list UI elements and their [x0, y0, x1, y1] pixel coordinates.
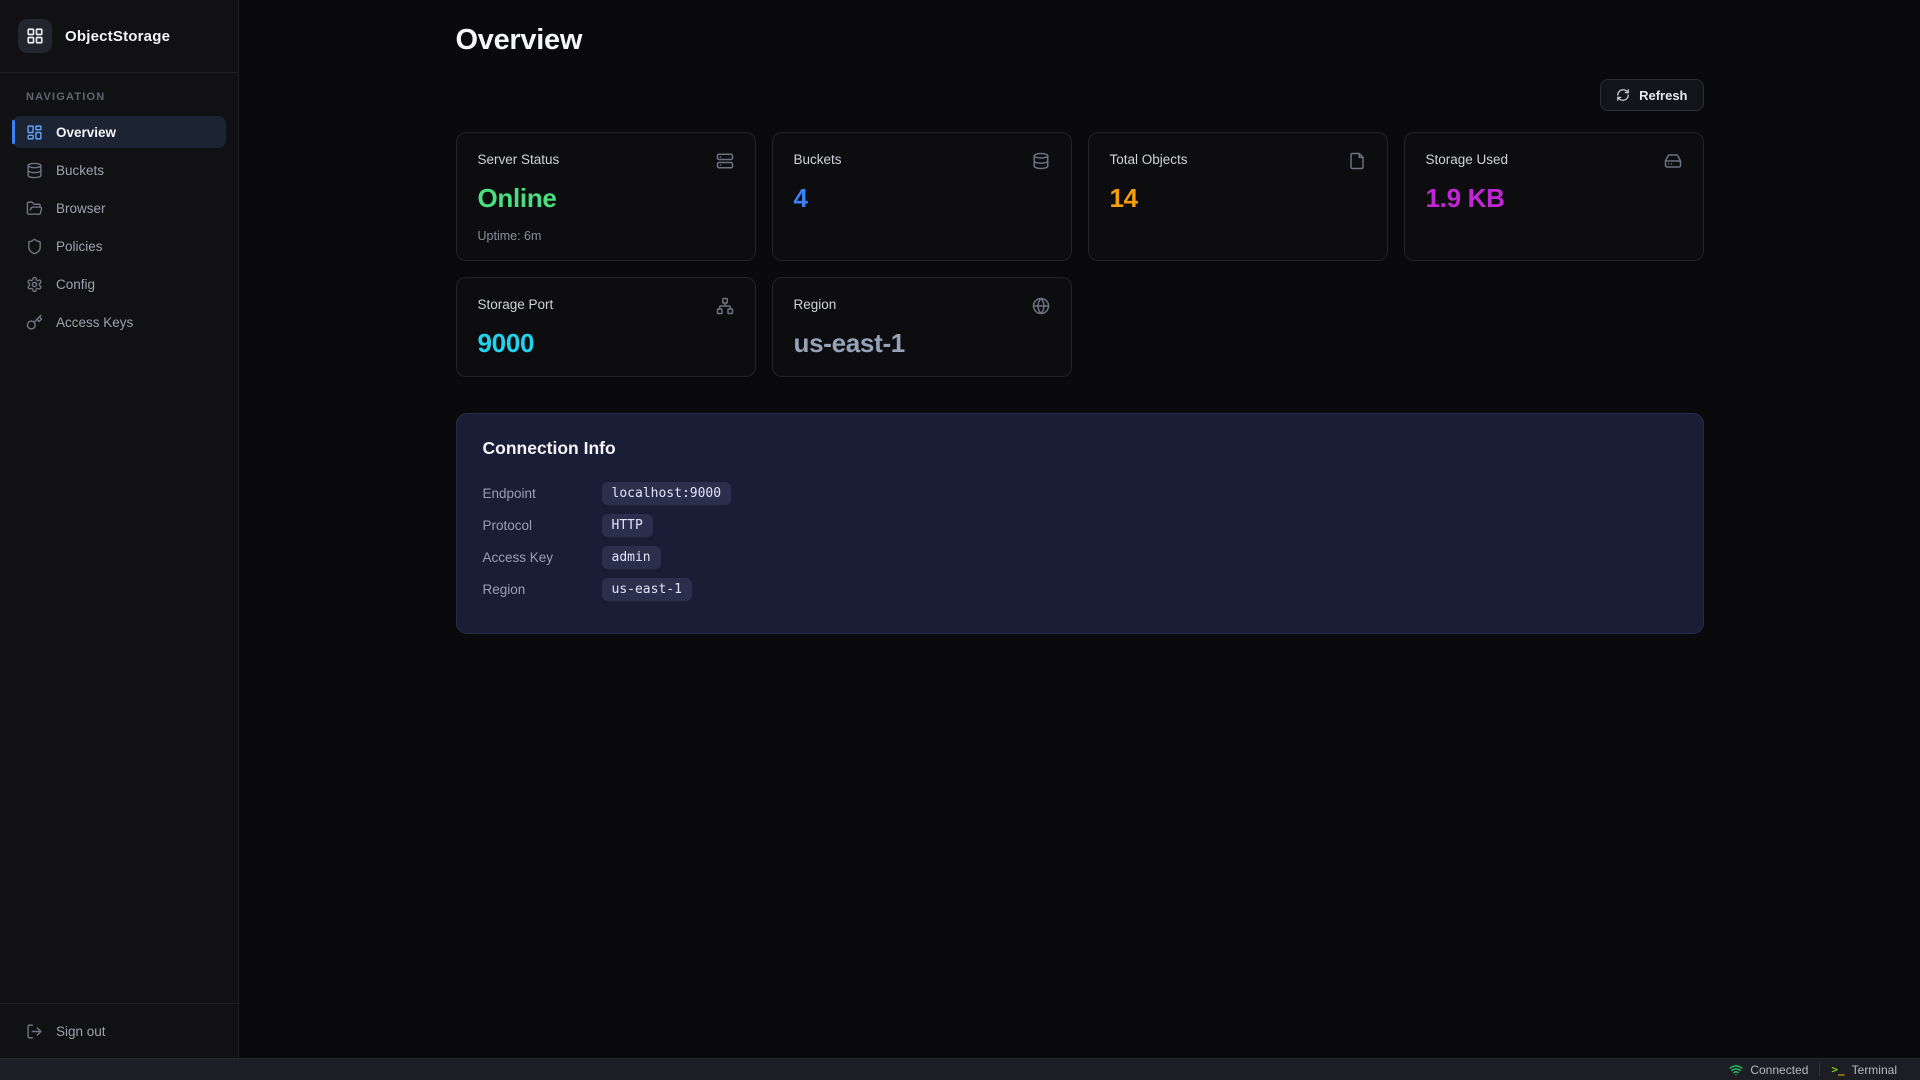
- sidebar-item-browser[interactable]: Browser: [12, 192, 226, 224]
- stat-card-server-status: Server Status Online Uptime: 6m: [456, 132, 756, 261]
- sidebar-item-label: Access Keys: [56, 315, 133, 330]
- stat-label: Buckets: [794, 152, 842, 167]
- dashboard-icon: [26, 124, 43, 141]
- connection-row-value: admin: [602, 546, 661, 569]
- nav-section-label: NAVIGATION: [26, 91, 226, 103]
- sidebar-item-policies[interactable]: Policies: [12, 230, 226, 262]
- sign-out-label: Sign out: [56, 1024, 106, 1039]
- connection-row-value: us-east-1: [602, 578, 692, 601]
- terminal-prompt-icon: >_: [1831, 1063, 1844, 1076]
- sidebar-item-overview[interactable]: Overview: [12, 116, 226, 148]
- wifi-icon: [1729, 1063, 1743, 1077]
- page-title: Overview: [456, 24, 1704, 57]
- database-icon: [26, 162, 43, 179]
- log-out-icon: [26, 1023, 43, 1040]
- status-bar: Connected >_ Terminal: [0, 1058, 1920, 1080]
- stat-value: 14: [1110, 183, 1366, 214]
- stat-card-storage-used: Storage Used 1.9 KB: [1404, 132, 1704, 261]
- shield-icon: [26, 238, 43, 255]
- connection-row-protocol: Protocol HTTP: [483, 509, 1677, 541]
- stat-label: Storage Used: [1426, 152, 1509, 167]
- connection-row-region: Region us-east-1: [483, 573, 1677, 605]
- toolbar: Refresh: [456, 79, 1704, 111]
- refresh-button[interactable]: Refresh: [1600, 79, 1703, 111]
- connection-row-value: HTTP: [602, 514, 653, 537]
- connection-row-label: Endpoint: [483, 486, 602, 501]
- stat-label: Storage Port: [478, 297, 554, 312]
- connection-info-panel: Connection Info Endpoint localhost:9000 …: [456, 413, 1704, 634]
- sidebar-footer: Sign out: [0, 1003, 238, 1058]
- app-title: ObjectStorage: [65, 28, 170, 45]
- stat-value: 9000: [478, 328, 734, 359]
- sidebar-nav: NAVIGATION Overview: [0, 73, 238, 344]
- connection-row-access-key: Access Key admin: [483, 541, 1677, 573]
- stat-label: Server Status: [478, 152, 560, 167]
- stats-grid: Server Status Online Uptime: 6m: [456, 132, 1704, 377]
- stat-card-region: Region us-east-1: [772, 277, 1072, 377]
- sidebar-item-label: Overview: [56, 125, 116, 140]
- stat-card-buckets: Buckets 4: [772, 132, 1072, 261]
- connection-row-label: Protocol: [483, 518, 602, 533]
- connection-info-title: Connection Info: [483, 438, 1677, 459]
- stat-card-total-objects: Total Objects 14: [1088, 132, 1388, 261]
- sidebar-item-label: Browser: [56, 201, 106, 216]
- terminal-toggle[interactable]: >_ Terminal: [1820, 1063, 1908, 1077]
- refresh-label: Refresh: [1639, 88, 1687, 103]
- object-storage-app: ObjectStorage NAVIGATION Overview: [0, 0, 1920, 1080]
- connection-row-label: Region: [483, 582, 602, 597]
- stat-label: Region: [794, 297, 837, 312]
- hard-drive-icon: [1664, 152, 1682, 170]
- sidebar-item-access-keys[interactable]: Access Keys: [12, 306, 226, 338]
- connection-row-label: Access Key: [483, 550, 602, 565]
- folder-open-icon: [26, 200, 43, 217]
- stat-value: us-east-1: [794, 328, 1050, 359]
- sidebar-item-label: Buckets: [56, 163, 104, 178]
- sidebar: ObjectStorage NAVIGATION Overview: [0, 0, 239, 1058]
- app-logo-icon: [18, 19, 52, 53]
- gear-icon: [26, 276, 43, 293]
- connection-row-value: localhost:9000: [602, 482, 732, 505]
- network-icon: [716, 297, 734, 315]
- terminal-label: Terminal: [1852, 1063, 1897, 1077]
- key-icon: [26, 314, 43, 331]
- active-accent-bar: [12, 120, 15, 144]
- server-icon: [716, 152, 734, 170]
- stat-subtext: Uptime: 6m: [478, 229, 734, 243]
- globe-icon: [1032, 297, 1050, 315]
- sidebar-item-label: Policies: [56, 239, 103, 254]
- sign-out-button[interactable]: Sign out: [12, 1015, 226, 1047]
- sidebar-item-config[interactable]: Config: [12, 268, 226, 300]
- main-content: Overview Refresh Server Status: [239, 0, 1920, 1058]
- refresh-icon: [1616, 88, 1630, 102]
- stat-value: Online: [478, 183, 734, 214]
- file-icon: [1348, 152, 1366, 170]
- stat-card-storage-port: Storage Port 9000: [456, 277, 756, 377]
- stat-label: Total Objects: [1110, 152, 1188, 167]
- database-icon: [1032, 152, 1050, 170]
- app-logo: ObjectStorage: [0, 0, 238, 73]
- sidebar-item-label: Config: [56, 277, 95, 292]
- connection-status: Connected: [1718, 1063, 1819, 1077]
- stat-value: 1.9 KB: [1426, 183, 1682, 214]
- connection-status-label: Connected: [1750, 1063, 1808, 1077]
- grid-icon: [26, 27, 44, 45]
- sidebar-item-buckets[interactable]: Buckets: [12, 154, 226, 186]
- stat-value: 4: [794, 183, 1050, 214]
- connection-row-endpoint: Endpoint localhost:9000: [483, 477, 1677, 509]
